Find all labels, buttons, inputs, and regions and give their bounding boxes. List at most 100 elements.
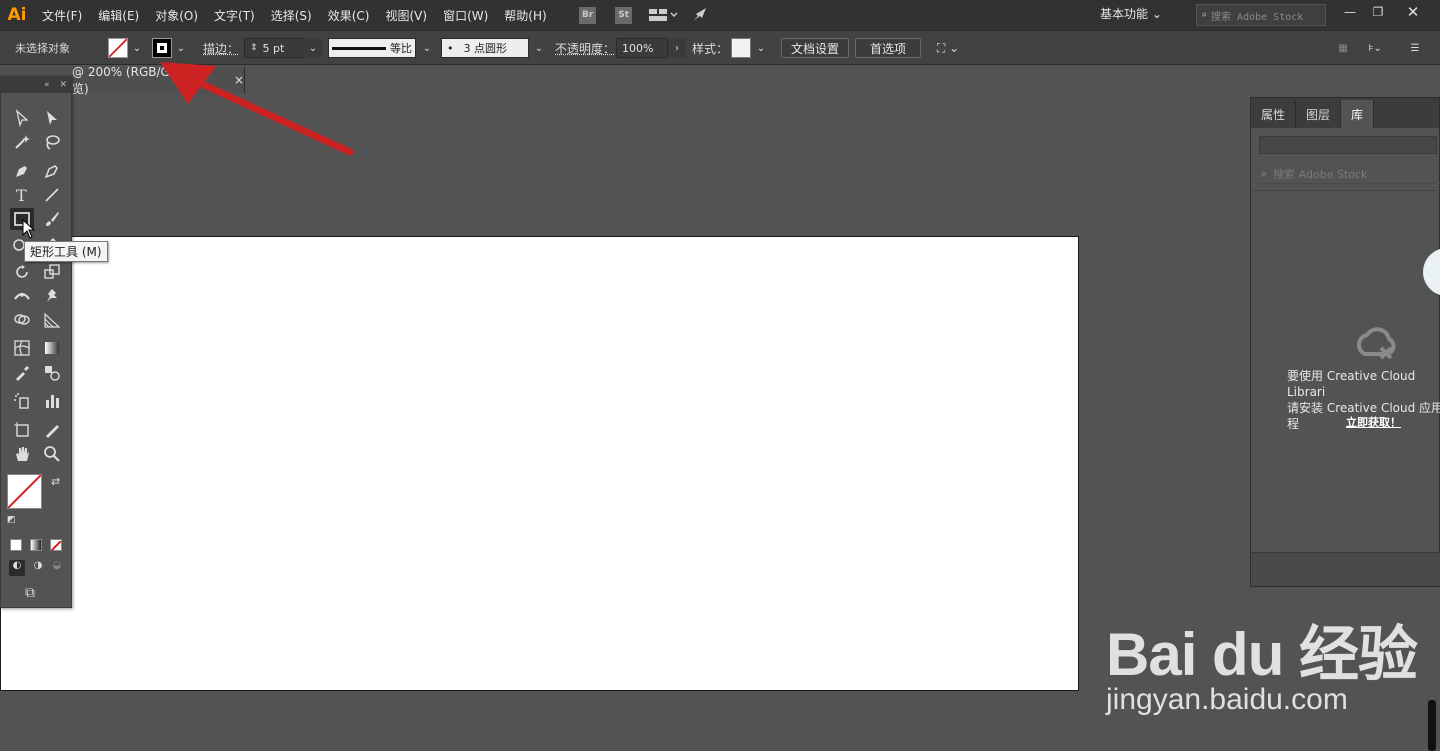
draw-normal-icon[interactable]: ◐ [9,560,25,576]
stock-search-input[interactable]: ⌕ 搜索 Adobe Stock [1196,4,1326,26]
library-search-input[interactable]: ⌕ 搜索 Adobe Stock [1257,164,1440,184]
eyedropper-tool-icon[interactable] [10,362,34,384]
zoom-tool-icon[interactable] [40,443,64,465]
artboard-tool-icon[interactable] [10,419,34,441]
symbol-sprayer-tool-icon[interactable] [10,390,34,412]
preferences-button[interactable]: 首选项 [855,38,921,58]
brush-dot-icon: • [447,41,454,55]
stepper-icon[interactable]: ⇕ [250,43,258,53]
line-tool-icon[interactable] [40,184,64,206]
menu-window[interactable]: 窗口(W) [435,0,496,30]
cc-message-line-1: 要使用 Creative Cloud Librari [1287,369,1416,399]
cc-onboarding-bubble[interactable] [1423,248,1440,296]
bridge-icon[interactable]: Br [577,6,599,24]
menu-select[interactable]: 选择(S) [263,0,320,30]
close-icon[interactable]: ✕ [1396,0,1430,24]
menu-edit[interactable]: 编辑(E) [90,0,147,30]
opacity-label[interactable]: 不透明度： [555,40,615,57]
fill-swatch[interactable] [108,38,128,58]
menu-effect[interactable]: 效果(C) [320,0,378,30]
graphic-style-swatch[interactable] [731,38,751,58]
search-placeholder: 搜索 Adobe Stock [1211,11,1304,23]
brush-dropdown-icon[interactable]: ⌄ [530,38,548,58]
scale-tool-icon[interactable] [40,261,64,283]
style-dropdown-icon[interactable]: ⌄ [752,38,770,58]
slice-tool-icon[interactable] [40,419,64,441]
menu-view[interactable]: 视图(V) [377,0,435,30]
library-search-placeholder: 搜索 Adobe Stock [1273,167,1368,181]
transform-icon[interactable]: ⊧⌄ [1362,38,1388,58]
mesh-tool-icon[interactable] [10,337,34,359]
document-setup-button[interactable]: 文档设置 [781,38,849,58]
artboard[interactable] [0,236,1079,691]
stock-icon[interactable]: St [613,6,635,24]
gpu-rocket-icon[interactable] [689,6,711,24]
selection-tool-icon[interactable] [10,107,34,129]
shape-builder-tool-icon[interactable] [10,309,34,331]
panel-tabs: 属性 图层 库 [1251,98,1439,128]
baidu-jingyan-watermark: Bai du 经验 [1106,621,1418,688]
none-mode-icon[interactable] [50,539,62,552]
pen-tool-icon[interactable] [10,160,34,182]
tools-panel-header[interactable]: « ✕ [1,77,71,93]
paintbrush-tool-icon[interactable] [40,208,64,230]
fill-dropdown-icon[interactable]: ⌄ [130,38,144,58]
hand-tool-icon[interactable] [10,443,34,465]
color-mode-icon[interactable] [10,539,22,551]
default-colors-icon[interactable]: ◩ [7,515,16,525]
opacity-field[interactable]: 100% [616,38,668,58]
direct-selection-tool-icon[interactable] [40,107,64,129]
stroke-profile-line [332,46,386,50]
arrange-documents-icon[interactable] [647,6,681,24]
brush-label: 3 点圆形 [463,42,508,55]
collapse-icon[interactable]: « [44,80,50,90]
workspace-switcher[interactable]: 基本功能 ⌄ [1100,5,1162,22]
menu-file[interactable]: 文件(F) [34,0,90,30]
profile-dropdown-icon[interactable]: ⌄ [418,38,436,58]
gradient-mode-icon[interactable] [30,539,42,551]
panel-close-icon[interactable]: ✕ [59,80,67,90]
brush-definition[interactable]: • 3 点圆形 [441,38,529,58]
stroke-weight-dropdown-icon[interactable]: ⌄ [304,38,322,58]
align-icon[interactable]: ▦ [1336,38,1350,58]
perspective-grid-tool-icon[interactable] [40,309,64,331]
tab-layers[interactable]: 图层 [1296,100,1342,128]
menu-help[interactable]: 帮助(H) [496,0,554,30]
stroke-dropdown-icon[interactable]: ⌄ [174,38,188,58]
panel-menu-icon[interactable]: ☰ [1408,38,1422,58]
library-select[interactable] [1259,136,1437,154]
magic-wand-tool-icon[interactable] [10,131,34,153]
get-it-now-link[interactable]: 立即获取！ [1346,414,1401,430]
blend-tool-icon[interactable] [40,362,64,384]
menu-type[interactable]: 文字(T) [206,0,263,30]
fill-color-swatch[interactable] [7,474,42,509]
stroke-weight-field[interactable]: ⇕ 5 pt [244,38,304,58]
swap-fill-stroke-icon[interactable]: ⇄ [51,475,60,488]
gradient-tool-icon[interactable] [40,337,64,359]
menu-object[interactable]: 对象(O) [147,0,206,30]
lasso-tool-icon[interactable] [40,131,64,153]
arrange-tools-icon[interactable]: ⛶ ⌄ [931,38,965,58]
mouse-cursor-icon [22,219,36,239]
opacity-arrow-icon[interactable]: › [668,38,686,58]
screen-mode-icon[interactable]: ⧉ [25,585,35,601]
vertical-scrollbar[interactable] [1428,700,1436,751]
column-graph-tool-icon[interactable] [40,390,64,412]
svg-text:T: T [16,186,27,204]
tab-libraries[interactable]: 库 [1341,100,1375,128]
search-icon: ⌕ [1201,9,1208,21]
restore-icon[interactable]: ❐ [1361,0,1395,24]
stroke-label[interactable]: 描边： [203,40,239,57]
draw-behind-icon[interactable]: ◑ [30,560,46,576]
draw-inside-icon[interactable]: ◒ [49,560,65,576]
puppet-warp-tool-icon[interactable] [40,285,64,307]
rotate-tool-icon[interactable] [10,261,34,283]
panel-divider [1251,190,1440,191]
no-selection-label: 未选择对象 [15,42,70,55]
variable-width-profile[interactable]: 等比 [328,38,416,58]
width-tool-icon[interactable] [10,285,34,307]
stroke-swatch[interactable] [152,38,172,58]
type-tool-icon[interactable]: T [10,184,34,206]
tab-properties[interactable]: 属性 [1251,100,1297,128]
curvature-tool-icon[interactable] [40,160,64,182]
